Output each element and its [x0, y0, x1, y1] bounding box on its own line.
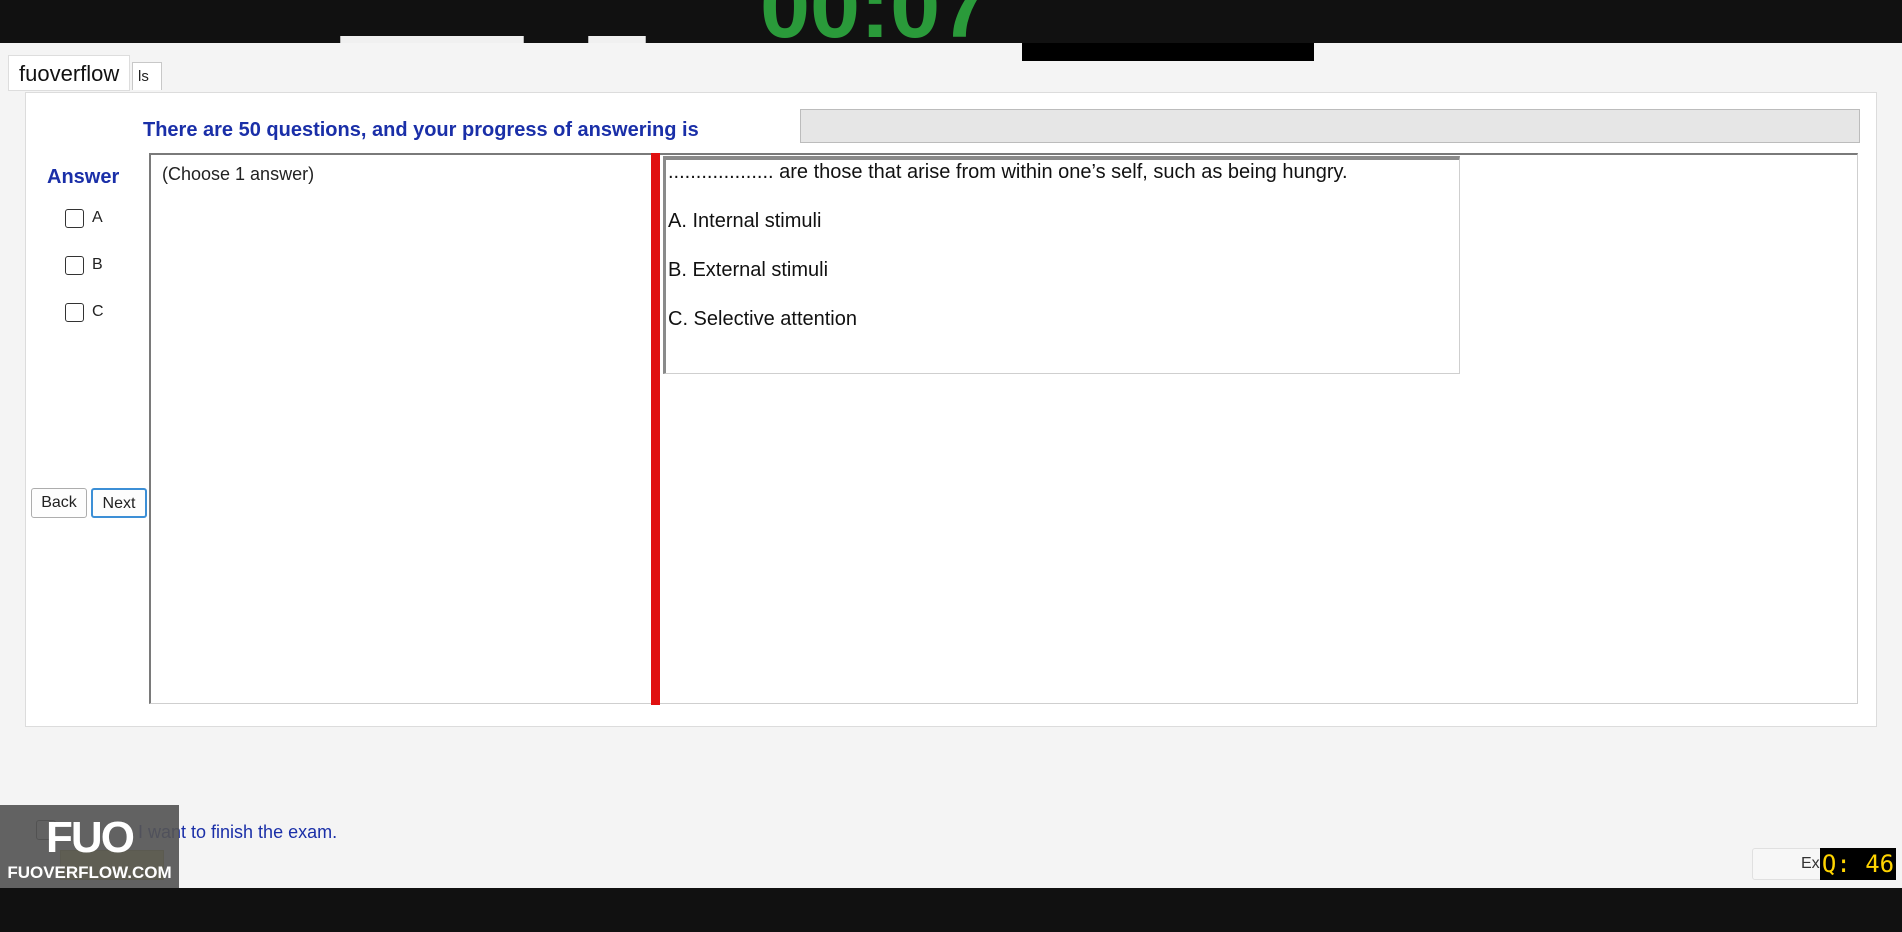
- answer-option-label: C: [92, 303, 104, 320]
- question-option-a: A. Internal stimuli: [668, 210, 822, 232]
- answer-option-b[interactable]: B: [65, 254, 103, 276]
- answer-hint-pane: [149, 153, 655, 704]
- next-button[interactable]: Next: [91, 488, 147, 518]
- question-text: ................... are those that arise…: [668, 161, 1348, 183]
- answer-label: Answer: [47, 166, 120, 188]
- bottom-black-bar: [0, 888, 1902, 932]
- progress-bar: [800, 109, 1860, 143]
- checkbox-a[interactable]: [65, 208, 84, 228]
- logo-mark: FUO: [46, 813, 135, 862]
- logo-site: FUOVERFLOW.COM: [7, 863, 172, 882]
- choose-hint: (Choose 1 answer): [162, 164, 315, 184]
- pane-splitter[interactable]: [651, 153, 660, 705]
- answer-option-label: B: [92, 256, 103, 273]
- question-counter: Q: 46: [1820, 848, 1896, 880]
- fuoverflow-logo: FUO FUOVERFLOW.COM: [0, 805, 179, 888]
- checkbox-c[interactable]: [65, 302, 84, 322]
- tab-main[interactable]: ls: [132, 62, 162, 90]
- answer-option-c[interactable]: C: [65, 301, 104, 323]
- question-option-c: C. Selective attention: [668, 308, 857, 330]
- redacted-region: [1022, 43, 1314, 61]
- back-button[interactable]: Back: [31, 488, 87, 518]
- progress-label: There are 50 questions, and your progres…: [143, 119, 699, 141]
- checkbox-b[interactable]: [65, 255, 84, 275]
- question-option-b: B. External stimuli: [668, 259, 829, 281]
- answer-option-a[interactable]: A: [65, 207, 103, 229]
- watermark-tag: fuoverflow: [8, 55, 131, 91]
- answer-option-label: A: [92, 209, 103, 226]
